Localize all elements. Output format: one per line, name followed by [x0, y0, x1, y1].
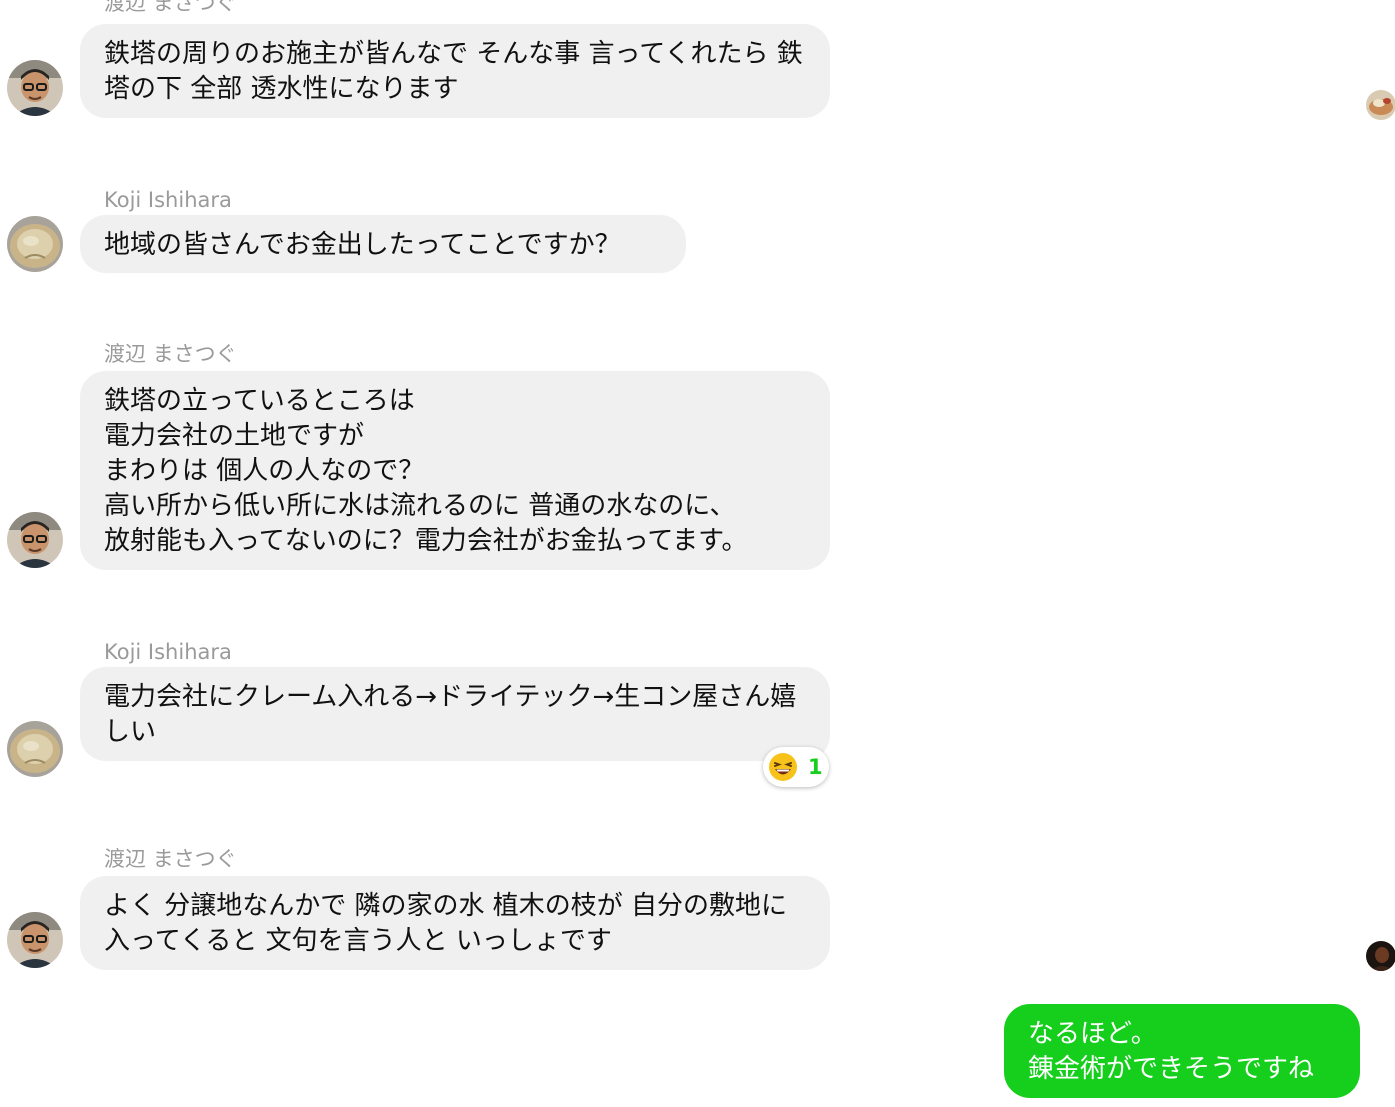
sender-name: Koji Ishihara — [104, 640, 232, 664]
koji-avatar[interactable] — [7, 216, 63, 272]
seen-indicator-avatar — [1366, 941, 1395, 971]
masatsugu-avatar[interactable] — [7, 60, 63, 116]
laughing-face-icon — [769, 753, 797, 781]
sender-name: 渡辺 まさつぐ — [104, 342, 237, 366]
masatsugu-avatar[interactable] — [7, 912, 63, 968]
seen-indicator-avatar — [1366, 90, 1395, 120]
message-bubble[interactable]: 鉄塔の立っているところは 電力会社の土地ですが まわりは 個人の人なので？ 高い… — [80, 371, 830, 570]
message-bubble[interactable]: 電力会社にクレーム入れる→ドライテック→生コン屋さん嬉しい — [80, 667, 830, 761]
sender-name: Koji Ishihara — [104, 188, 232, 212]
message-bubble[interactable]: 鉄塔の周りのお施主が皆んなで そんな事 言ってくれたら 鉄塔の下 全部 透水性に… — [80, 24, 830, 118]
sender-name: 渡辺 まさつぐ — [104, 0, 237, 15]
koji-avatar[interactable] — [7, 721, 63, 777]
sender-name: 渡辺 まさつぐ — [104, 847, 237, 871]
message-reaction[interactable]: 1 — [763, 747, 829, 787]
own-message-bubble[interactable]: なるほど。 錬金術ができそうですね — [1004, 1004, 1360, 1098]
message-bubble[interactable]: よく 分譲地なんかで 隣の家の水 植木の枝が 自分の敷地に入ってくると 文句を言… — [80, 876, 830, 970]
masatsugu-avatar[interactable] — [7, 512, 63, 568]
message-bubble[interactable]: 地域の皆さんでお金出したってことですか？ — [80, 215, 686, 273]
reaction-count: 1 — [808, 755, 823, 779]
